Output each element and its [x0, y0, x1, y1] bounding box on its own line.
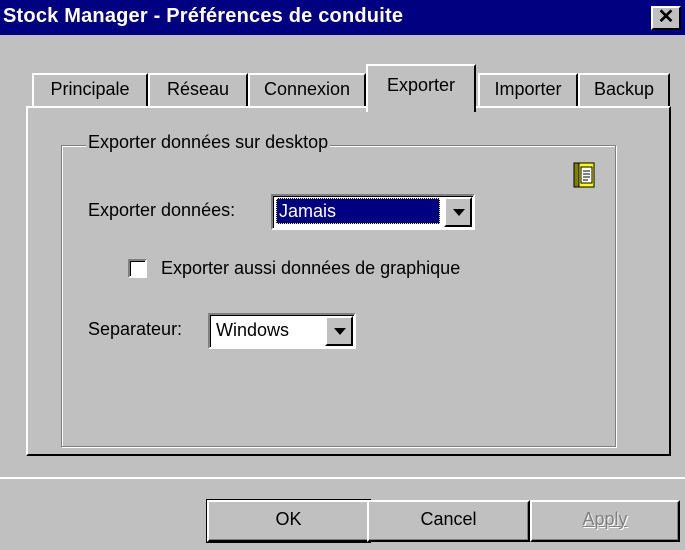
tab-label: Connexion: [263, 79, 351, 99]
tab-reseau[interactable]: Réseau: [148, 73, 248, 107]
groupbox-title: Exporter données sur desktop: [86, 132, 331, 153]
export-groupbox: [61, 145, 616, 447]
cancel-button-label: Cancel: [420, 509, 477, 529]
preferences-dialog: Stock Manager - Préférences de conduite …: [0, 0, 685, 550]
tab-label: Backup: [593, 79, 655, 99]
tab-label: Principale: [50, 79, 130, 99]
separator-select[interactable]: Windows: [208, 313, 356, 349]
divider: [0, 477, 685, 479]
ok-button-label: OK: [275, 509, 302, 529]
close-button[interactable]: ✕: [651, 6, 681, 30]
export-data-label: Exporter données:: [88, 200, 236, 220]
title-bar[interactable]: Stock Manager - Préférences de conduite …: [0, 0, 685, 35]
export-data-value: Jamais: [276, 198, 440, 224]
tab-label: Réseau: [166, 79, 230, 99]
close-icon: ✕: [657, 6, 675, 28]
export-data-select[interactable]: Jamais: [271, 194, 475, 230]
book-icon[interactable]: [572, 162, 598, 188]
ok-button[interactable]: OK: [206, 499, 371, 543]
chevron-down-icon[interactable]: [444, 197, 472, 227]
tab-backup[interactable]: Backup: [578, 73, 670, 107]
tab-label: Importer: [494, 79, 562, 99]
tab-importer[interactable]: Importer: [478, 73, 578, 107]
tab-label: Exporter: [386, 75, 456, 95]
chevron-down-icon[interactable]: [325, 316, 353, 346]
export-chart-checkbox[interactable]: [128, 259, 147, 278]
export-chart-checkbox-label[interactable]: Exporter aussi données de graphique: [161, 258, 460, 279]
tab-principale[interactable]: Principale: [32, 73, 148, 107]
tab-connexion[interactable]: Connexion: [248, 73, 366, 107]
cancel-button[interactable]: Cancel: [367, 500, 530, 542]
separator-value: Windows: [216, 320, 290, 340]
tab-exporter[interactable]: Exporter: [366, 64, 476, 112]
apply-button-label: Apply: [582, 509, 628, 529]
apply-button[interactable]: Apply: [530, 500, 680, 542]
separator-label: Separateur:: [88, 319, 183, 339]
window-title: Stock Manager - Préférences de conduite: [3, 5, 404, 27]
